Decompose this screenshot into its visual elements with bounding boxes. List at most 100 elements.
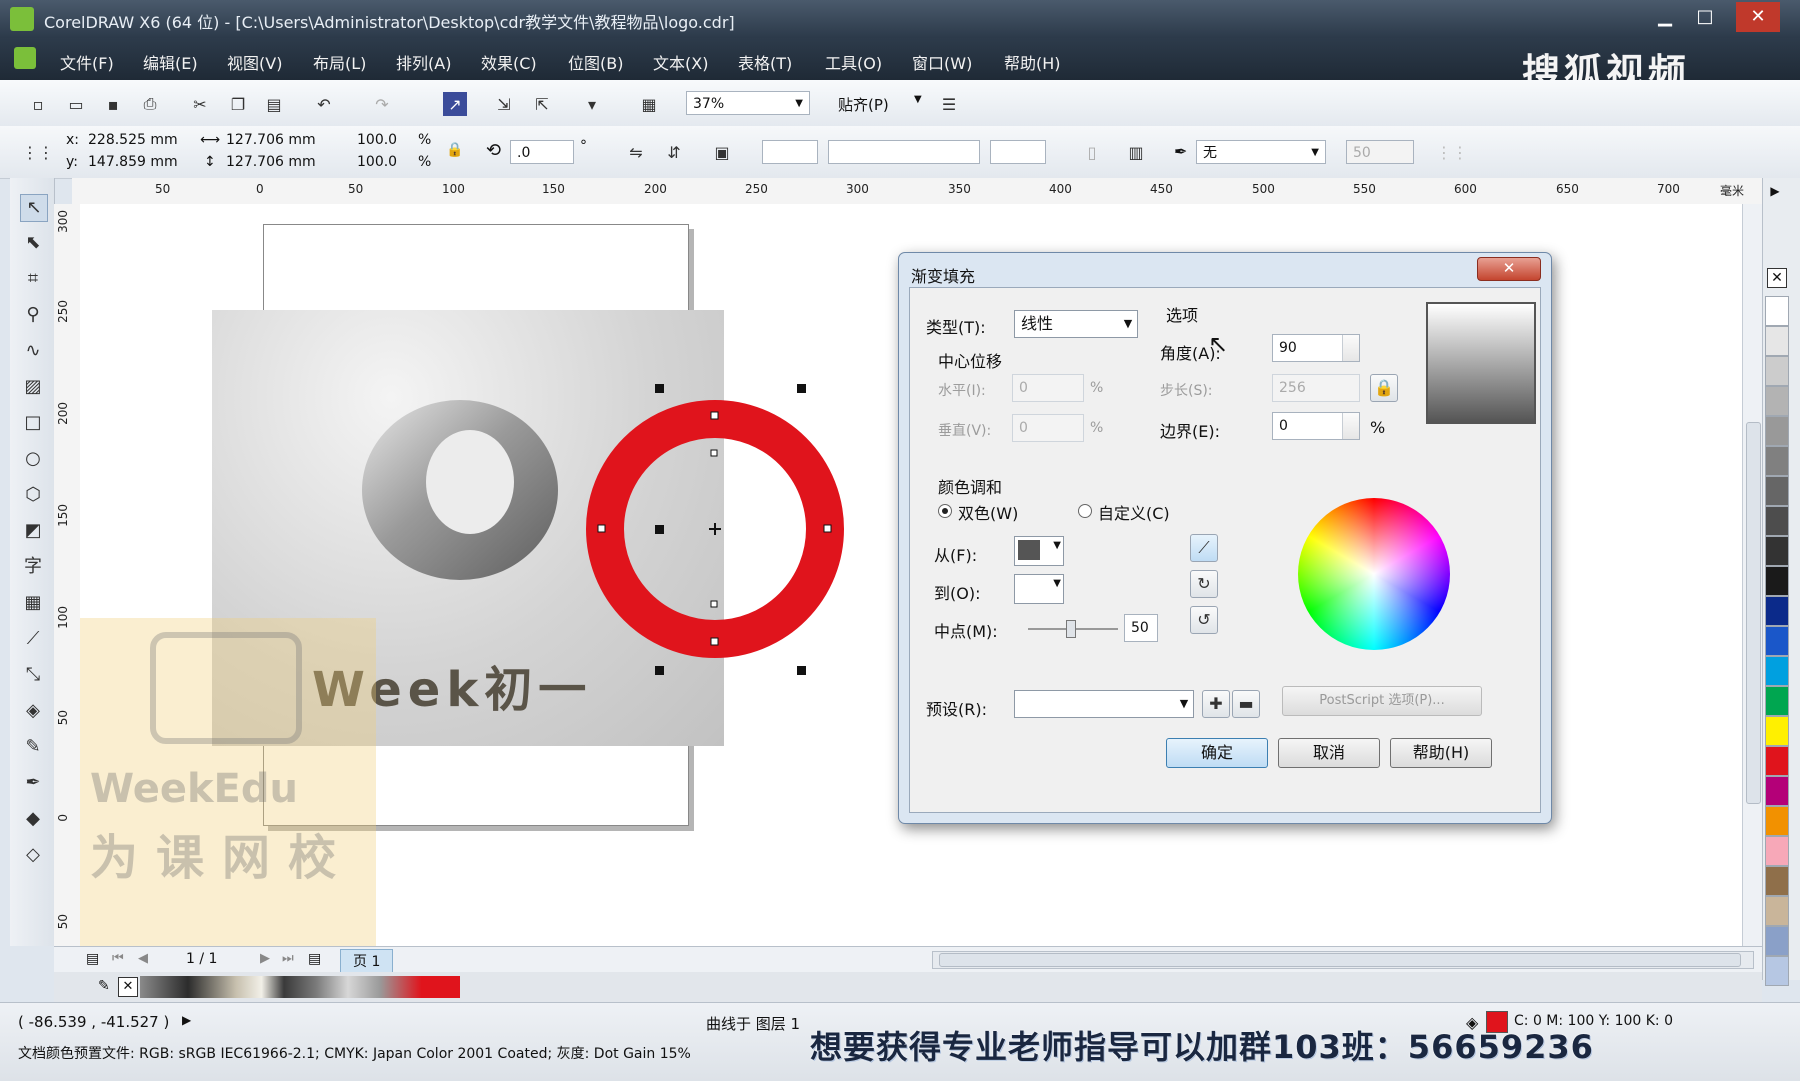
menu-arrange[interactable]: 排列(A)	[396, 50, 451, 74]
zoom-tool-icon[interactable]: ⚲	[20, 302, 46, 328]
cut-icon[interactable]: ✂	[188, 92, 212, 116]
no-fill-swatch[interactable]: ✕	[1767, 268, 1787, 288]
width-field[interactable]: 127.706 mm	[226, 132, 316, 148]
add-preset-icon[interactable]: ✚	[1202, 690, 1230, 718]
palette-swatch[interactable]	[1765, 776, 1789, 806]
selection-handle[interactable]	[655, 666, 664, 675]
palette-swatch[interactable]	[1765, 806, 1789, 836]
dialog-close-button[interactable]: ✕	[1477, 257, 1541, 281]
eyedropper-tool-icon[interactable]: ✎	[20, 734, 46, 760]
outline-width-combo[interactable]: 无 ▼	[1196, 140, 1326, 164]
document-icon[interactable]	[14, 47, 36, 69]
selection-handle[interactable]	[797, 666, 806, 675]
ellipse-tool-icon[interactable]: ○	[20, 446, 46, 472]
horizontal-scrollbar[interactable]	[932, 951, 1754, 969]
application-launcher-icon[interactable]: ▾	[580, 92, 604, 116]
wrap-text-icon[interactable]: ▣	[710, 140, 734, 164]
paste-icon[interactable]: ▤	[262, 92, 286, 116]
scale-x-field[interactable]: 100.0	[357, 132, 397, 148]
horizontal-scroll-thumb[interactable]	[939, 953, 1741, 967]
save-icon[interactable]: ▪	[101, 92, 125, 116]
selection-handle[interactable]	[655, 384, 664, 393]
lock-ratio-icon[interactable]: 🔒	[446, 142, 463, 158]
connector-tool-icon[interactable]: ⤡	[20, 662, 46, 688]
ok-button[interactable]: 确定	[1166, 738, 1268, 768]
palette-swatch[interactable]	[1765, 476, 1789, 506]
counterclockwise-blend-icon[interactable]: ↺	[1190, 606, 1218, 634]
options-icon[interactable]: ☰	[937, 92, 961, 116]
align-distribute-icon[interactable]: ▥	[1124, 140, 1148, 164]
minimize-button[interactable]: ▁	[1645, 2, 1685, 32]
postscript-options-button[interactable]: PostScript 选项(P)...	[1282, 686, 1482, 716]
cancel-button[interactable]: 取消	[1278, 738, 1380, 768]
palette-scroll-up-icon[interactable]: ▶	[1765, 184, 1785, 204]
copy-icon[interactable]: ❐	[226, 92, 250, 116]
clockwise-blend-icon[interactable]: ↻	[1190, 570, 1218, 598]
gradient-preview[interactable]	[1426, 302, 1536, 424]
freehand-tool-icon[interactable]: ∿	[20, 338, 46, 364]
palette-swatch[interactable]	[1765, 926, 1789, 956]
polygon-tool-icon[interactable]: ⬡	[20, 482, 46, 508]
outline-start-arrow-combo[interactable]	[762, 140, 818, 164]
welcome-screen-icon[interactable]: ▦	[637, 92, 661, 116]
midpoint-slider-thumb[interactable]	[1066, 620, 1076, 638]
eyedropper-icon[interactable]: ✎	[98, 978, 116, 996]
horizontal-offset-spinbox[interactable]: 0	[1012, 374, 1084, 402]
menu-file[interactable]: 文件(F)	[60, 50, 114, 74]
search-content-icon[interactable]: ↗	[443, 92, 467, 116]
palette-swatch[interactable]	[1765, 836, 1789, 866]
menu-help[interactable]: 帮助(H)	[1004, 50, 1061, 74]
horizontal-ruler[interactable]: 50 0 50 100 150 200 250 300 350 400 450 …	[72, 178, 1762, 205]
mirror-vertical-icon[interactable]: ⇵	[662, 140, 686, 164]
export-icon[interactable]: ⇱	[530, 92, 554, 116]
scale-y-field[interactable]: 100.0	[357, 154, 397, 170]
remove-preset-icon[interactable]: ▬	[1232, 690, 1260, 718]
miter-limit-field[interactable]: 50	[1346, 140, 1414, 164]
menu-layout[interactable]: 布局(L)	[313, 50, 366, 74]
palette-swatch[interactable]	[1765, 506, 1789, 536]
pick-tool-icon[interactable]: ↖	[20, 194, 48, 222]
zoom-level-combo[interactable]: 37% ▼	[686, 91, 810, 115]
import-icon[interactable]: ⇲	[492, 92, 516, 116]
dimension-tool-icon[interactable]: ⟋	[20, 626, 46, 652]
fill-type-combo[interactable]: 线性 ▼	[1014, 310, 1138, 338]
outline-style-combo[interactable]	[828, 140, 980, 164]
add-page-icon[interactable]: ▤	[86, 951, 99, 967]
from-color-picker[interactable]: ▼	[1014, 536, 1064, 566]
mirror-horizontal-icon[interactable]: ⇋	[624, 140, 648, 164]
palette-swatch[interactable]	[1765, 356, 1789, 386]
open-folder-icon[interactable]: ▭	[64, 92, 88, 116]
color-profile-info[interactable]: 文档颜色预置文件: RGB: sRGB IEC61966-2.1; CMYK: …	[18, 1043, 691, 1063]
vertical-ruler[interactable]: 300 250 200 150 100 50 0 50	[54, 204, 81, 946]
palette-swatch[interactable]	[1765, 566, 1789, 596]
menu-tools[interactable]: 工具(O)	[825, 50, 882, 74]
blend-tool-icon[interactable]: ◈	[20, 698, 46, 724]
palette-swatch[interactable]	[1765, 326, 1789, 356]
direct-blend-icon[interactable]: ⟋	[1190, 534, 1218, 562]
chevron-down-icon[interactable]: ▼	[914, 94, 922, 105]
prev-page-icon[interactable]: ◀	[138, 951, 148, 966]
rectangle-tool-icon[interactable]: □	[20, 410, 46, 436]
selection-handle[interactable]	[655, 525, 664, 534]
spin-arrows-icon[interactable]	[1342, 413, 1359, 439]
document-color-swatches[interactable]	[140, 976, 460, 998]
print-icon[interactable]: ⎙	[138, 92, 162, 116]
crop-tool-icon[interactable]: ⌗	[20, 266, 46, 292]
smart-fill-tool-icon[interactable]: ▨	[20, 374, 46, 400]
red-ring-selected[interactable]	[580, 394, 850, 664]
first-page-icon[interactable]: ⏮	[112, 951, 124, 966]
maximize-button[interactable]: □	[1685, 2, 1725, 32]
steps-spinbox[interactable]: 256	[1272, 374, 1360, 402]
palette-swatch[interactable]	[1765, 296, 1789, 326]
last-page-icon[interactable]: ⏭	[282, 951, 294, 966]
selection-handle[interactable]	[797, 384, 806, 393]
play-arrow-icon[interactable]: ▶	[182, 1013, 191, 1027]
palette-swatch[interactable]	[1765, 896, 1789, 926]
lock-icon[interactable]: 🔒	[1370, 374, 1398, 402]
undo-icon[interactable]: ↶	[312, 92, 336, 116]
basic-shapes-tool-icon[interactable]: ◩	[20, 518, 46, 544]
table-tool-icon[interactable]: ▦	[20, 590, 46, 616]
color-wheel[interactable]	[1298, 498, 1450, 650]
menu-table[interactable]: 表格(T)	[738, 50, 792, 74]
fill-tool-icon[interactable]: ◆	[20, 806, 46, 832]
